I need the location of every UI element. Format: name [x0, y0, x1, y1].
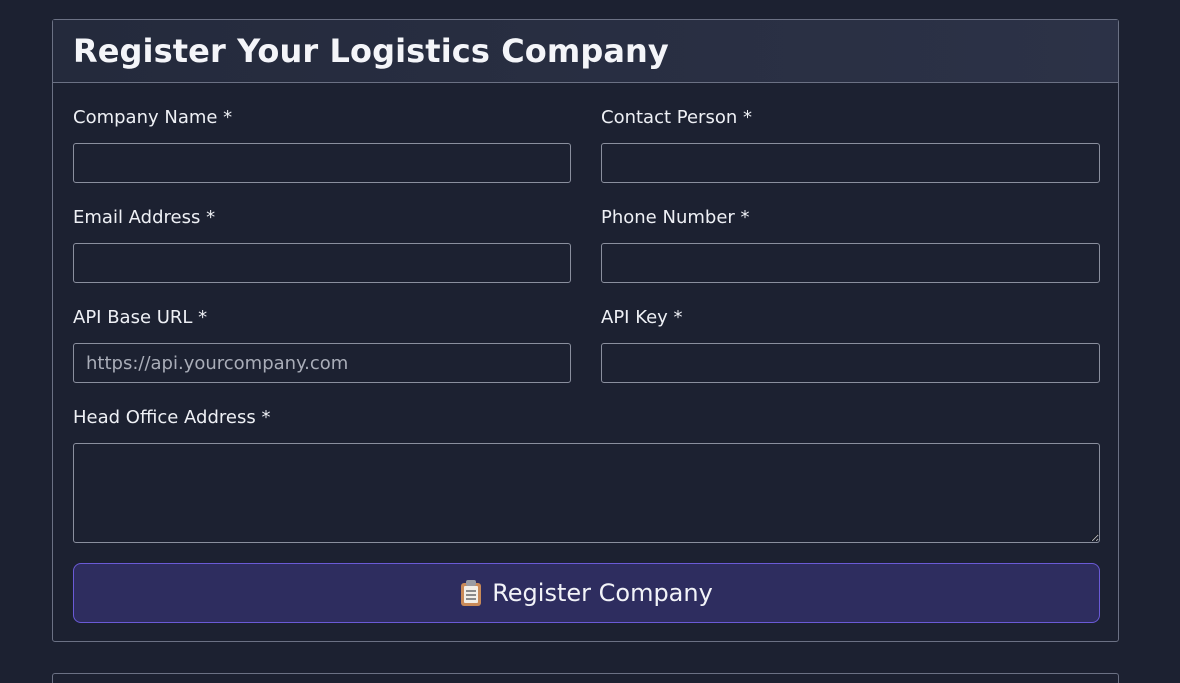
- head-office-address-label: Head Office Address *: [73, 407, 271, 428]
- email-field-group: Email Address *: [73, 207, 215, 229]
- register-company-label: Register Company: [492, 579, 713, 607]
- company-name-label: Company Name *: [73, 107, 233, 128]
- page-title: Register Your Logistics Company: [73, 32, 669, 70]
- head-office-address-field-group: Head Office Address *: [73, 407, 270, 429]
- clipboard-icon: [460, 580, 482, 606]
- head-office-address-textarea[interactable]: [73, 443, 1100, 543]
- contact-person-label: Contact Person *: [601, 107, 752, 128]
- api-key-field-group: API Key *: [601, 307, 683, 329]
- company-name-field-group: Company Name *: [73, 107, 232, 129]
- company-name-input[interactable]: [73, 143, 571, 183]
- card-header: Register Your Logistics Company: [53, 20, 1118, 83]
- phone-input[interactable]: [601, 243, 1100, 283]
- email-label: Email Address *: [73, 207, 216, 228]
- next-card-edge: [52, 673, 1119, 683]
- api-key-input[interactable]: [601, 343, 1100, 383]
- contact-person-field-group: Contact Person *: [601, 107, 752, 129]
- api-base-url-input[interactable]: [73, 343, 571, 383]
- api-key-label: API Key *: [601, 307, 683, 328]
- phone-field-group: Phone Number *: [601, 207, 750, 229]
- contact-person-input[interactable]: [601, 143, 1100, 183]
- registration-card: Register Your Logistics Company Company …: [52, 19, 1119, 642]
- register-company-button[interactable]: Register Company: [73, 563, 1100, 623]
- email-input[interactable]: [73, 243, 571, 283]
- api-base-url-field-group: API Base URL *: [73, 307, 207, 329]
- phone-label: Phone Number *: [601, 207, 750, 228]
- api-base-url-label: API Base URL *: [73, 307, 208, 328]
